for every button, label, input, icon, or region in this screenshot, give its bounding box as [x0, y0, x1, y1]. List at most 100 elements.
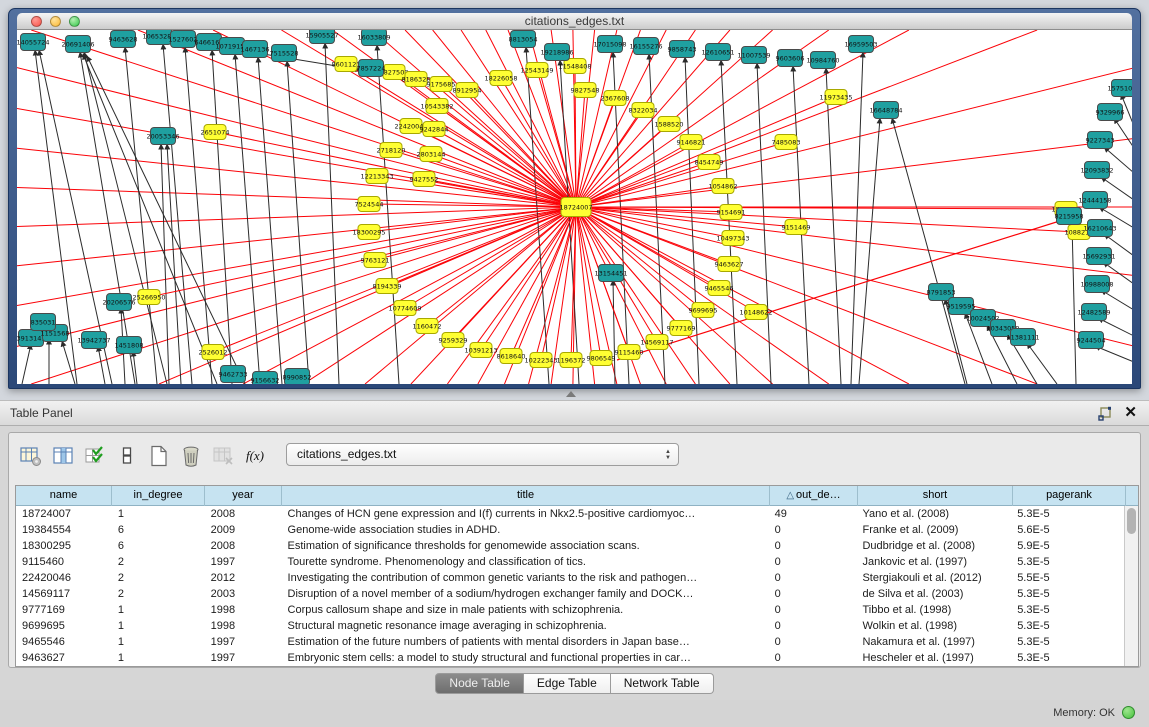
minimize-window-button[interactable]: [50, 16, 61, 27]
float-panel-icon[interactable]: [1097, 406, 1113, 422]
function-icon[interactable]: f(x): [241, 442, 269, 470]
graph-node[interactable]: 2367608: [601, 91, 630, 106]
column-header-title[interactable]: title: [282, 486, 770, 506]
graph-node[interactable]: 2718120: [377, 143, 406, 158]
graph-node[interactable]: 9154691: [717, 205, 746, 220]
graph-node[interactable]: 9427552: [410, 172, 439, 187]
graph-node[interactable]: 25266950: [132, 290, 165, 305]
graph-node[interactable]: 10984760: [806, 52, 839, 69]
graph-node[interactable]: 18724007: [559, 198, 592, 217]
graph-node[interactable]: 12610651: [701, 44, 734, 61]
close-window-button[interactable]: [31, 16, 42, 27]
table-row[interactable]: 946554611997Estimation of the future num…: [16, 634, 1124, 650]
select-columns-icon[interactable]: [81, 442, 109, 470]
graph-node[interactable]: 9463628: [109, 31, 138, 48]
network-table-select[interactable]: citations_edges.txt ▲▼: [286, 443, 679, 466]
memory-status-icon[interactable]: [1122, 706, 1135, 719]
column-header-out_degree[interactable]: △out_de…: [770, 486, 858, 506]
graph-node[interactable]: 16210643: [1083, 220, 1116, 237]
graph-node[interactable]: 15905527: [305, 30, 338, 44]
graph-node[interactable]: 1527602: [169, 31, 198, 48]
graph-node[interactable]: 8618640: [497, 349, 526, 364]
graph-node[interactable]: 9259329: [439, 333, 468, 348]
graph-node[interactable]: 14055724: [17, 34, 50, 51]
graph-node[interactable]: 2803144: [417, 147, 446, 162]
graph-node[interactable]: 9465546: [705, 281, 734, 296]
graph-node[interactable]: 10222343: [524, 353, 557, 368]
graph-node[interactable]: 9699695: [689, 303, 718, 318]
delete-table-icon[interactable]: [209, 442, 237, 470]
graph-node[interactable]: 1160472: [413, 319, 442, 334]
column-header-year[interactable]: year: [205, 486, 282, 506]
graph-node[interactable]: 9777169: [667, 321, 696, 336]
graph-node[interactable]: 12213343: [360, 169, 393, 184]
graph-node[interactable]: 16959503: [844, 36, 877, 53]
graph-node[interactable]: 8454749: [695, 155, 724, 170]
graph-node[interactable]: 8990852: [283, 369, 312, 385]
graph-node[interactable]: 9151469: [782, 220, 811, 235]
table-settings-icon[interactable]: [17, 442, 45, 470]
graph-node[interactable]: 16648784: [869, 102, 902, 119]
graph-node[interactable]: 1467136: [241, 41, 270, 58]
network-window-titlebar[interactable]: citations_edges.txt: [17, 13, 1132, 30]
graph-node[interactable]: 10391213: [464, 343, 497, 358]
graph-node[interactable]: 13154451: [594, 265, 627, 282]
graph-node[interactable]: 19218986: [540, 44, 573, 61]
graph-node[interactable]: 8194339: [373, 279, 402, 294]
graph-node[interactable]: 20053346: [146, 128, 179, 145]
graph-node[interactable]: 15751074: [1107, 80, 1132, 97]
column-header-in_degree[interactable]: in_degree: [112, 486, 205, 506]
graph-node[interactable]: 9763121: [361, 253, 390, 268]
network-canvas[interactable]: 1154840812543149182260588912954105433822…: [17, 30, 1132, 384]
graph-node[interactable]: 1451808: [115, 337, 144, 354]
graph-node[interactable]: 18300295: [352, 225, 385, 240]
graph-node[interactable]: 835031: [31, 314, 56, 331]
table-row[interactable]: 2242004622012Investigating the contribut…: [16, 570, 1124, 586]
column-header-pagerank[interactable]: pagerank: [1013, 486, 1126, 506]
graph-node[interactable]: 1054862: [709, 179, 738, 194]
graph-node[interactable]: 7524544: [355, 197, 384, 212]
graph-node[interactable]: 8813054: [509, 31, 538, 48]
close-panel-icon[interactable]: ✕: [1124, 403, 1137, 421]
graph-node[interactable]: 7515528: [270, 45, 299, 62]
graph-node[interactable]: 20691406: [61, 36, 94, 53]
graph-node[interactable]: 9227343: [1086, 132, 1115, 149]
table-row[interactable]: 911546021997Tourette syndrome. Phenomeno…: [16, 554, 1124, 570]
scrollbar-thumb[interactable]: [1127, 508, 1136, 534]
graph-node[interactable]: 11381111: [1006, 329, 1039, 346]
graph-node[interactable]: 9858743: [668, 41, 697, 58]
table-row[interactable]: 977716911998Corpus callosum shape and si…: [16, 602, 1124, 618]
graph-node[interactable]: 8912954: [453, 83, 482, 98]
graph-node[interactable]: 10988008: [1080, 276, 1113, 293]
table-row[interactable]: 1938455462009Genome-wide association stu…: [16, 522, 1124, 538]
graph-node[interactable]: 9156632: [251, 372, 280, 385]
graph-node[interactable]: 9806549: [587, 351, 616, 366]
table-row[interactable]: 1456911722003Disruption of a novel membe…: [16, 586, 1124, 602]
graph-node[interactable]: 9603606: [776, 50, 805, 67]
table-row[interactable]: 1872400712008Changes of HCN gene express…: [16, 506, 1124, 522]
column-header-short[interactable]: short: [858, 486, 1013, 506]
graph-node[interactable]: 9242844: [420, 122, 449, 137]
graph-node[interactable]: 12093832: [1080, 162, 1113, 179]
graph-node[interactable]: 17015098: [593, 36, 626, 53]
graph-node[interactable]: 12444158: [1078, 192, 1111, 209]
graph-node[interactable]: 8215958: [1055, 208, 1084, 225]
graph-node[interactable]: 16033809: [357, 30, 390, 46]
column-header-name[interactable]: name: [16, 486, 112, 506]
rows-icon[interactable]: [113, 442, 141, 470]
new-document-icon[interactable]: [145, 442, 173, 470]
graph-node[interactable]: 9463627: [715, 257, 744, 272]
graph-node[interactable]: 14569117: [640, 335, 673, 350]
tab-network-table[interactable]: Network Table: [611, 673, 714, 694]
graph-node[interactable]: 12482589: [1077, 304, 1110, 321]
graph-node[interactable]: 1588520: [655, 117, 684, 132]
graph-node[interactable]: 10543382: [420, 99, 453, 114]
splitter-grip[interactable]: [566, 391, 576, 397]
trash-icon[interactable]: [177, 442, 205, 470]
vertical-scrollbar[interactable]: [1124, 506, 1138, 666]
table-row[interactable]: 1830029562008Estimation of significance …: [16, 538, 1124, 554]
graph-node[interactable]: 20206576: [102, 294, 135, 311]
graph-node[interactable]: 8322034: [629, 103, 658, 118]
graph-node[interactable]: 13942737: [77, 332, 110, 349]
graph-node[interactable]: 7857224: [357, 60, 386, 77]
